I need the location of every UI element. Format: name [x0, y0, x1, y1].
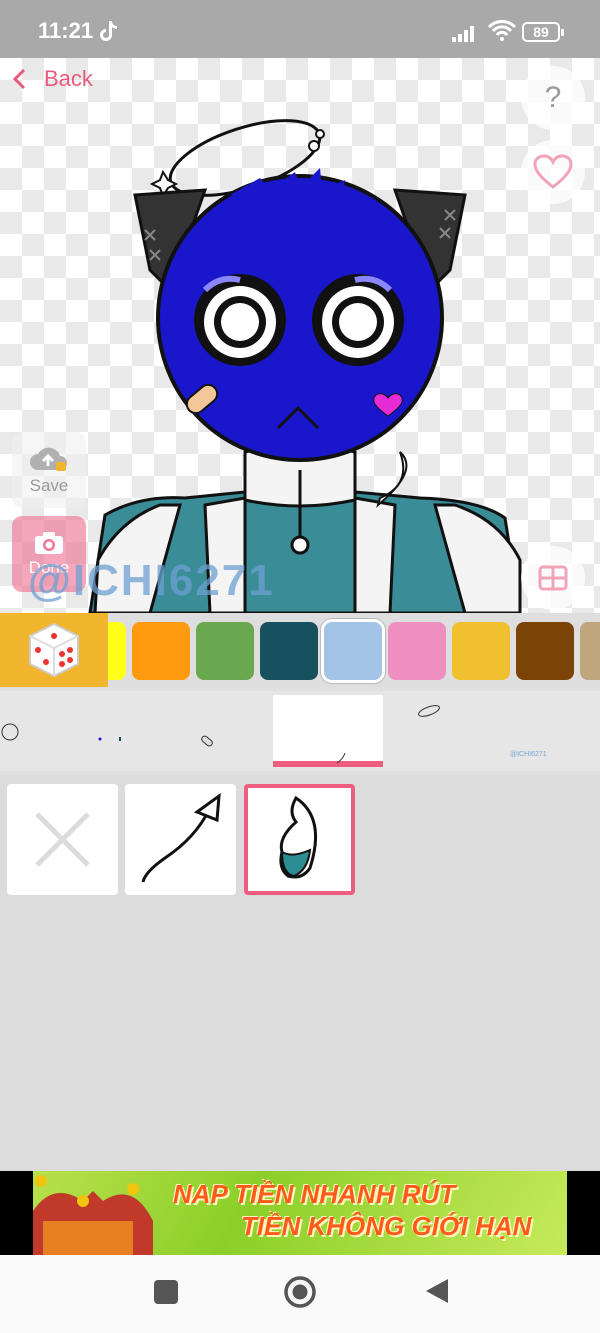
randomize-button[interactable]: [0, 613, 108, 687]
save-label: Save: [29, 476, 69, 495]
swatch-dark-teal[interactable]: [260, 622, 318, 680]
option-fox-tail[interactable]: [244, 784, 355, 895]
watermark-text: @ICHI6271: [28, 556, 275, 605]
back-nav-button[interactable]: [424, 1277, 450, 1305]
help-label: ?: [544, 81, 562, 114]
recent-apps-button[interactable]: [153, 1279, 179, 1305]
swatch-brown[interactable]: [516, 622, 574, 680]
part-thumbnail-oval[interactable]: [416, 701, 446, 721]
part-thumbnail-watermark: @ICHI6271: [510, 751, 547, 758]
color-palette: [0, 613, 600, 687]
home-button[interactable]: [283, 1275, 317, 1309]
jester-hat-icon: [33, 1175, 153, 1255]
chevron-left-icon: [12, 68, 26, 90]
swatch-tan[interactable]: [580, 622, 600, 680]
swatch-orange[interactable]: [132, 622, 190, 680]
parts-strip[interactable]: @ICHI6271: [0, 691, 600, 771]
item-options-panel: [0, 775, 600, 1171]
battery-level: 89: [533, 24, 549, 40]
back-button[interactable]: Back: [12, 66, 93, 92]
back-label: Back: [44, 66, 93, 91]
tail-thumbnail-icon: [336, 752, 346, 764]
camera-icon: [35, 532, 63, 554]
close-icon: [35, 812, 90, 867]
part-thumbnail-selected[interactable]: [273, 695, 383, 767]
character-illustration: [88, 119, 522, 613]
favorite-button[interactable]: [521, 140, 585, 204]
ad-headline-line2: TIỀN KHÔNG GIỚI HẠN: [241, 1211, 532, 1241]
part-thumbnail-dots[interactable]: [92, 731, 132, 751]
fox-tail-icon: [279, 795, 317, 879]
heart-icon: [533, 154, 573, 189]
option-none[interactable]: [7, 784, 118, 895]
ad-headline-line1: NAP TIỀN NHANH RÚT: [173, 1179, 456, 1209]
status-time: 11:21: [38, 18, 94, 43]
wifi-icon: [487, 20, 517, 41]
swatch-yellow[interactable]: [108, 622, 126, 680]
save-button[interactable]: Save: [12, 432, 86, 508]
grid-button[interactable]: [521, 546, 585, 610]
grid-icon: [538, 565, 568, 591]
swatch-mustard[interactable]: [452, 622, 510, 680]
system-nav-bar: [0, 1255, 600, 1333]
dice-icon: [29, 622, 79, 678]
arrow-tail-icon: [141, 792, 221, 883]
tiktok-icon: [100, 21, 117, 41]
battery-indicator: 89: [522, 22, 564, 42]
swatch-green[interactable]: [196, 622, 254, 680]
status-bar: 11:21 89: [0, 0, 600, 58]
swatch-pink[interactable]: [388, 622, 446, 680]
part-thumbnail-halo[interactable]: [0, 717, 30, 747]
help-button[interactable]: ?: [521, 66, 585, 130]
option-arrow-tail[interactable]: [125, 784, 236, 895]
swatch-light-blue[interactable]: [324, 622, 382, 680]
part-thumbnail-bandaid[interactable]: [198, 733, 218, 753]
signal-icon: [452, 26, 474, 42]
ad-content[interactable]: NAP TIỀN NHANH RÚT TIỀN KHÔNG GIỚI HẠN: [33, 1171, 567, 1255]
drawing-canvas[interactable]: Back ? Save Done @ICHI6271: [0, 58, 600, 613]
ad-banner[interactable]: NAP TIỀN NHANH RÚT TIỀN KHÔNG GIỚI HẠN: [0, 1171, 600, 1255]
cloud-upload-icon: [30, 447, 67, 471]
